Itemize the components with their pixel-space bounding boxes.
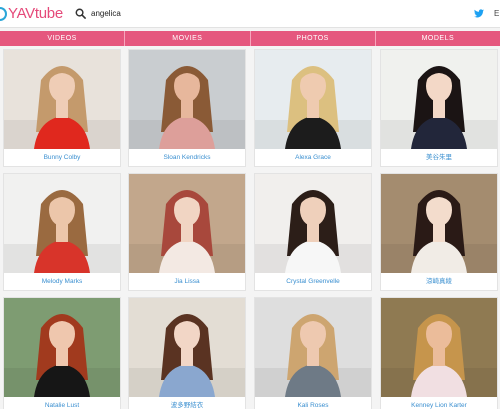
twitter-icon[interactable] xyxy=(474,9,484,18)
model-name[interactable]: 涼崎真綾 xyxy=(381,273,497,291)
model-portrait xyxy=(255,50,371,149)
model-portrait xyxy=(129,174,245,273)
model-photo[interactable] xyxy=(129,298,245,397)
model-name[interactable]: Kali Roses xyxy=(255,397,371,409)
model-portrait xyxy=(129,298,245,397)
model-photo[interactable] xyxy=(381,174,497,273)
model-portrait xyxy=(255,298,371,397)
site-logo[interactable]: YAVtube xyxy=(0,4,63,24)
model-portrait xyxy=(4,174,120,273)
logo-arc-icon xyxy=(0,7,7,21)
search-input[interactable] xyxy=(91,6,391,21)
model-card[interactable]: Alexa Grace xyxy=(254,49,372,167)
model-card[interactable]: Jia Lissa xyxy=(128,173,246,291)
model-portrait xyxy=(381,174,497,273)
logo-text: YAVtube xyxy=(8,5,63,22)
model-card[interactable]: Melody Marks xyxy=(3,173,121,291)
model-portrait xyxy=(4,50,120,149)
model-portrait xyxy=(255,174,371,273)
model-name[interactable]: Sloan Kendricks xyxy=(129,149,245,167)
model-card[interactable]: Sloan Kendricks xyxy=(128,49,246,167)
model-photo[interactable] xyxy=(381,298,497,397)
model-name[interactable]: Bunny Colby xyxy=(4,149,120,167)
model-name[interactable]: 波多野結衣 xyxy=(129,397,245,409)
language-label[interactable]: E xyxy=(494,9,499,18)
model-photo[interactable] xyxy=(4,174,120,273)
model-name[interactable]: Melody Marks xyxy=(4,273,120,291)
model-card[interactable]: Kali Roses xyxy=(254,297,372,409)
model-card[interactable]: Bunny Colby xyxy=(3,49,121,167)
header: YAVtube E xyxy=(0,0,500,28)
model-photo[interactable] xyxy=(255,50,371,149)
model-card[interactable]: Natalie Lust xyxy=(3,297,121,409)
search-icon[interactable] xyxy=(75,8,86,19)
model-name[interactable]: Natalie Lust xyxy=(4,397,120,409)
model-card[interactable]: Kenney Lion Karter xyxy=(380,297,498,409)
model-portrait xyxy=(129,50,245,149)
model-portrait xyxy=(381,50,497,149)
model-photo[interactable] xyxy=(4,298,120,397)
model-photo[interactable] xyxy=(255,174,371,273)
model-portrait xyxy=(4,298,120,397)
model-photo[interactable] xyxy=(255,298,371,397)
model-name[interactable]: 美谷朱里 xyxy=(381,149,497,167)
page: YAVtube E VIDEOS MOVIES PHOTOS MODELS Bu… xyxy=(0,0,500,409)
tab-videos[interactable]: VIDEOS xyxy=(0,31,126,46)
model-name[interactable]: Crystal Greenvelle xyxy=(255,273,371,291)
main-nav: VIDEOS MOVIES PHOTOS MODELS xyxy=(0,31,500,46)
model-card[interactable]: Crystal Greenvelle xyxy=(254,173,372,291)
model-card[interactable]: 波多野結衣 xyxy=(128,297,246,409)
model-name[interactable]: Jia Lissa xyxy=(129,273,245,291)
model-photo[interactable] xyxy=(129,174,245,273)
model-photo[interactable] xyxy=(4,50,120,149)
tab-movies[interactable]: MOVIES xyxy=(125,31,251,46)
model-name[interactable]: Kenney Lion Karter xyxy=(381,397,497,409)
tab-photos[interactable]: PHOTOS xyxy=(251,31,376,46)
model-name[interactable]: Alexa Grace xyxy=(255,149,371,167)
model-photo[interactable] xyxy=(381,50,497,149)
model-portrait xyxy=(381,298,497,397)
model-card[interactable]: 涼崎真綾 xyxy=(380,173,498,291)
tab-models[interactable]: MODELS xyxy=(376,31,500,46)
model-photo[interactable] xyxy=(129,50,245,149)
model-card[interactable]: 美谷朱里 xyxy=(380,49,498,167)
